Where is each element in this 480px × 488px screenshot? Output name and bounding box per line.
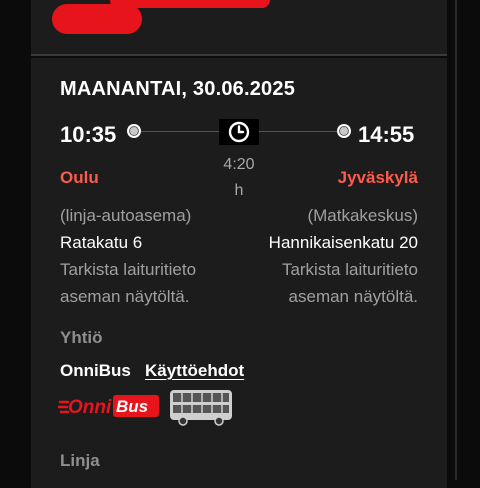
redaction-mark	[52, 4, 142, 34]
departure-address: Ratakatu 6	[60, 233, 143, 252]
departure-stop-info: (linja-autoasema) Ratakatu 6 Tarkista la…	[60, 202, 196, 310]
arrival-platform-note-2: aseman näytöltä.	[288, 287, 418, 306]
departure-city: Oulu	[60, 168, 99, 187]
departure-platform-note-2: aseman näytöltä.	[60, 287, 190, 306]
arrival-city: Jyväskylä	[337, 168, 418, 187]
arrival-stop-info: (Matkakeskus) Hannikaisenkatu 20 Tarkist…	[269, 202, 418, 310]
arrival-dot-icon	[337, 124, 351, 138]
clock-icon	[219, 119, 259, 145]
departure-time: 10:35	[60, 122, 117, 147]
duration-value: 4:20	[223, 156, 255, 173]
trip-duration: 4:20 h	[209, 152, 269, 204]
onnibus-logo: Onni Bus	[58, 395, 159, 418]
trip-date: MAANANTAI, 30.06.2025	[60, 78, 296, 100]
route-line-right	[259, 131, 337, 132]
svg-text:Onni: Onni	[68, 397, 112, 418]
terms-link[interactable]: Käyttöehdot	[145, 361, 244, 381]
arrival-station: (Matkakeskus)	[307, 206, 418, 225]
departure-platform-note-1: Tarkista laituritieto	[60, 260, 197, 279]
route-line-left	[141, 131, 219, 132]
company-section-label: Yhtiö	[60, 328, 103, 347]
arrival-time: 14:55	[358, 122, 415, 147]
departure-station: (linja-autoasema)	[60, 206, 192, 225]
departure-dot-icon	[127, 124, 141, 138]
line-section-label: Linja	[60, 451, 100, 470]
right-margin	[447, 0, 480, 480]
duration-unit: h	[234, 182, 244, 199]
company-name: OnniBus	[60, 361, 131, 380]
scroll-edge	[455, 0, 457, 480]
arrival-platform-note-1: Tarkista laituritieto	[281, 260, 418, 279]
svg-text:Bus: Bus	[116, 397, 148, 416]
arrival-address: Hannikaisenkatu 20	[268, 233, 418, 252]
redaction-mark-top	[110, 0, 270, 8]
double-decker-bus-icon	[170, 390, 232, 426]
